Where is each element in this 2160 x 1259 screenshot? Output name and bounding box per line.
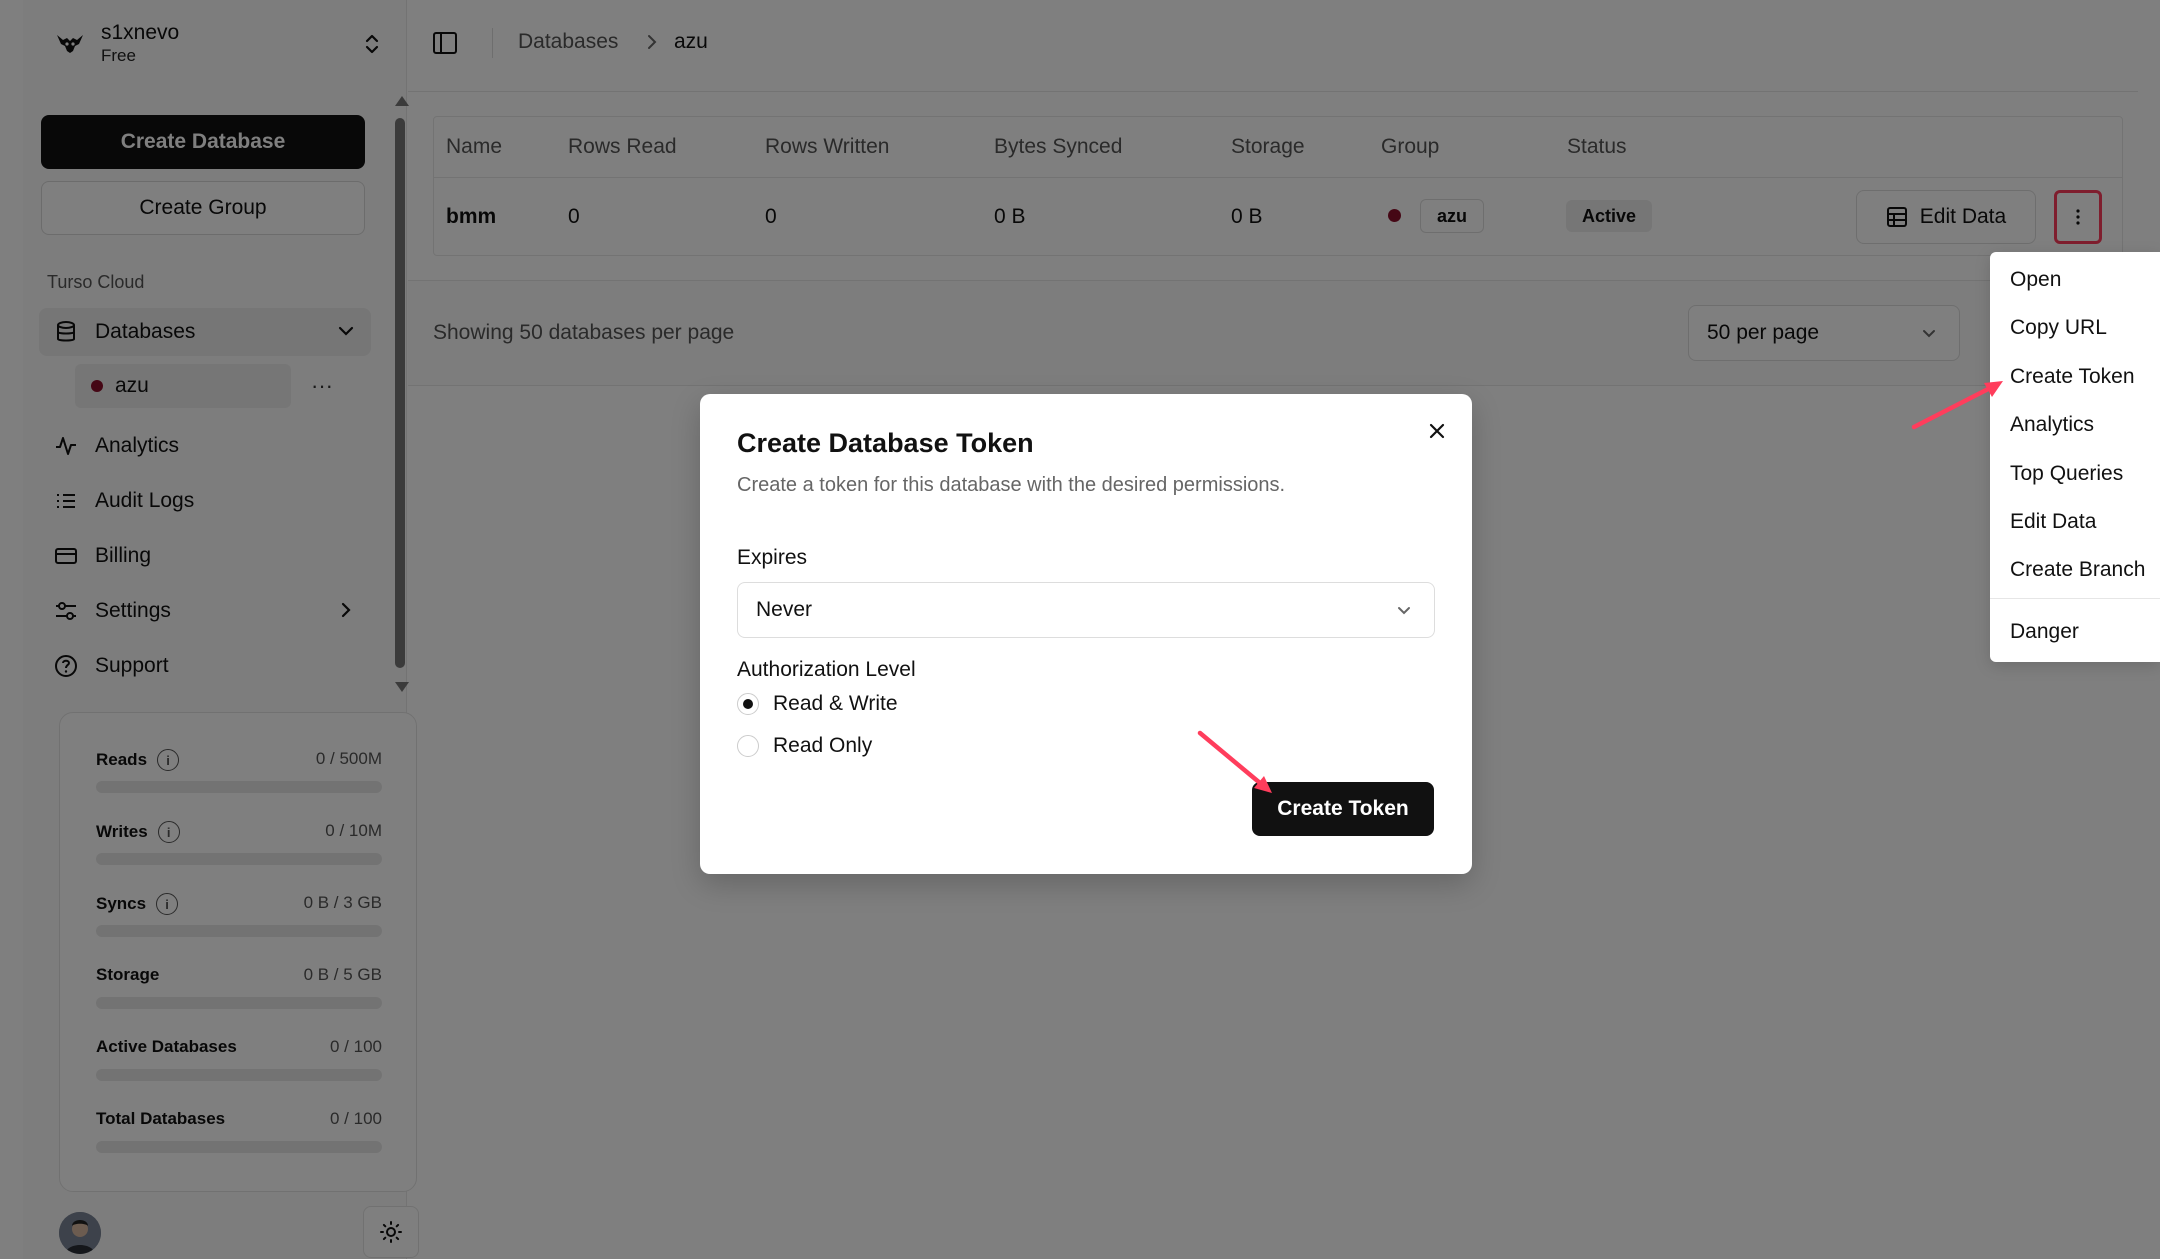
create-token-button[interactable]: Create Token [1252,782,1434,836]
radio-label: Read & Write [773,692,898,715]
radio-label: Read Only [773,734,873,757]
menu-item-copy-url[interactable]: Copy URL [2010,316,2107,340]
chevron-down-icon [1398,607,1410,615]
menu-item-danger[interactable]: Danger [2010,620,2079,644]
menu-item-edit-data[interactable]: Edit Data [2010,510,2096,534]
radio-read-write[interactable]: Read & Write [737,692,898,716]
menu-item-create-branch[interactable]: Create Branch [2010,558,2145,582]
expires-select[interactable]: Never [737,582,1435,638]
create-token-dialog: Create Database Token Create a token for… [700,394,1472,874]
expires-value: Never [756,598,813,621]
menu-item-open[interactable]: Open [2010,268,2061,292]
expires-label: Expires [737,546,808,569]
dialog-title: Create Database Token [737,428,1034,458]
radio-button[interactable] [737,735,759,757]
database-actions-menu: Open Copy URL Create Token Analytics Top… [1990,252,2160,662]
menu-divider [1990,598,2160,599]
close-icon[interactable] [1426,420,1448,442]
menu-item-create-token[interactable]: Create Token [2010,365,2135,389]
menu-item-top-queries[interactable]: Top Queries [2010,462,2123,486]
radio-read-only[interactable]: Read Only [737,734,872,758]
radio-button-checked[interactable] [737,693,759,715]
menu-item-analytics[interactable]: Analytics [2010,413,2094,437]
dialog-description: Create a token for this database with th… [737,474,1286,496]
authorization-label: Authorization Level [737,658,916,681]
